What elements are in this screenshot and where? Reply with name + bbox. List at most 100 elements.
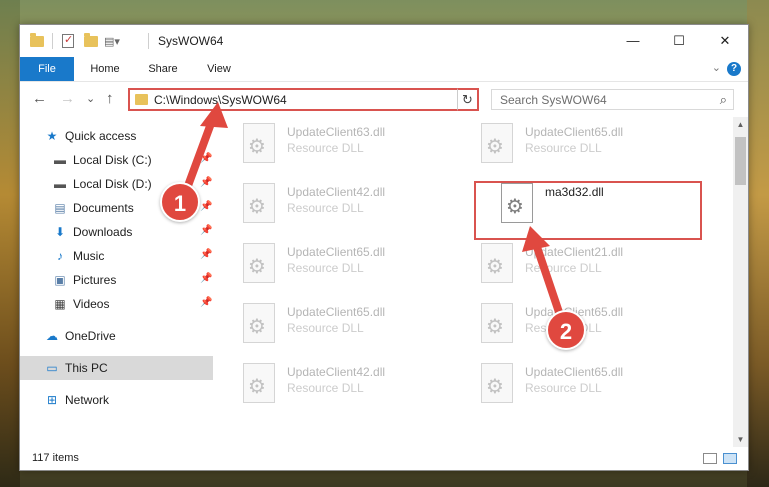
sidebar-item-pictures[interactable]: ▣ Pictures 📌 <box>20 268 213 292</box>
music-icon: ♪ <box>57 249 63 263</box>
sidebar-item-music[interactable]: ♪ Music 📌 <box>20 244 213 268</box>
tab-home[interactable]: Home <box>80 57 130 81</box>
file-explorer-window: ▤▾ SysWOW64 — ☐ ✕ File Home Share View ⌄… <box>19 24 749 471</box>
file-item[interactable]: UpdateClient21.dll Resource DLL <box>451 239 676 295</box>
search-icon[interactable]: ⌕ <box>720 92 727 108</box>
file-item[interactable]: UpdateClient65.dll Resource DLL <box>213 299 438 355</box>
pin-icon[interactable]: 📌 <box>200 201 212 212</box>
status-bar: 117 items <box>20 447 748 470</box>
file-name: UpdateClient63.dll <box>287 125 386 139</box>
forward-button[interactable]: → <box>60 90 75 107</box>
desktop-background-right <box>747 0 769 487</box>
ribbon-tabs: File Home Share View ⌄ ? <box>20 57 748 81</box>
sidebar-item-network[interactable]: ⊞ Network <box>20 388 213 412</box>
dll-file-icon <box>243 123 275 163</box>
navigation-pane: ★ Quick access ▬ Local Disk (C:) 📌 ▬ Loc… <box>20 117 213 437</box>
step-badge-2: 2 <box>546 310 586 350</box>
folder-icon <box>30 33 44 47</box>
documents-icon: ▤ <box>54 201 66 215</box>
window-title: SysWOW64 <box>158 34 224 48</box>
scroll-down-icon[interactable]: ▼ <box>733 432 748 447</box>
titlebar-divider <box>148 33 149 49</box>
sidebar-item-quick-access[interactable]: ★ Quick access <box>20 124 213 148</box>
pin-icon[interactable]: 📌 <box>200 273 212 284</box>
sidebar-item-label: Local Disk (C:) <box>73 153 152 167</box>
dll-file-icon <box>481 243 513 283</box>
file-item[interactable]: UpdateClient42.dll Resource DLL <box>213 179 438 235</box>
drive-icon: ▬ <box>54 177 66 191</box>
properties-icon[interactable] <box>62 33 74 48</box>
scroll-up-icon[interactable]: ▲ <box>733 117 748 132</box>
file-item[interactable]: UpdateClient63.dll Resource DLL <box>213 119 438 175</box>
file-type: Resource DLL <box>287 201 364 215</box>
sidebar-item-downloads[interactable]: ⬇ Downloads 📌 <box>20 220 213 244</box>
maximize-button[interactable]: ☐ <box>656 25 702 57</box>
drive-icon: ▬ <box>54 153 66 167</box>
file-name: UpdateClient65.dll <box>525 365 624 379</box>
file-item[interactable]: UpdateClient65.dll Resource DLL <box>213 239 438 295</box>
step-badge-1: 1 <box>160 182 200 222</box>
pin-icon[interactable]: 📌 <box>200 177 212 188</box>
expand-ribbon-icon[interactable]: ⌄ <box>712 61 721 74</box>
pictures-icon: ▣ <box>54 273 66 287</box>
sidebar-item-label: Documents <box>73 201 134 215</box>
pin-icon[interactable]: 📌 <box>200 153 212 164</box>
pin-icon[interactable]: 📌 <box>200 249 212 260</box>
file-name: UpdateClient42.dll <box>287 185 386 199</box>
dll-file-icon <box>481 123 513 163</box>
details-view-icon[interactable] <box>703 453 717 464</box>
network-icon: ⊞ <box>46 393 58 407</box>
file-item[interactable]: UpdateClient65.dll Resource DLL <box>451 119 676 175</box>
sidebar-item-label: Quick access <box>65 129 137 143</box>
tab-share[interactable]: Share <box>138 57 188 81</box>
file-type: Resource DLL <box>287 381 364 395</box>
file-type: Resource DLL <box>287 321 364 335</box>
cloud-icon: ☁ <box>46 329 58 343</box>
file-name: UpdateClient65.dll <box>287 305 386 319</box>
customize-toolbar-icon[interactable]: ▤▾ <box>104 35 120 49</box>
dll-file-icon <box>481 303 513 343</box>
dll-file-icon <box>481 363 513 403</box>
sidebar-item-label: Local Disk (D:) <box>73 177 152 191</box>
pin-icon[interactable]: 📌 <box>200 225 212 236</box>
sidebar-item-label: Music <box>73 249 105 263</box>
close-button[interactable]: ✕ <box>702 25 748 57</box>
file-item[interactable]: UpdateClient65.dll Resource DLL <box>451 359 676 415</box>
help-icon[interactable]: ? <box>727 62 741 76</box>
recent-locations-button[interactable]: ⌄ <box>86 92 95 105</box>
vertical-scrollbar[interactable]: ▲ ▼ <box>733 117 748 447</box>
sidebar-item-label: Pictures <box>73 273 117 287</box>
file-name: UpdateClient21.dll <box>525 245 624 259</box>
refresh-button[interactable]: ↻ <box>457 88 479 111</box>
file-type: Resource DLL <box>525 261 602 275</box>
address-path[interactable]: C:\Windows\SysWOW64 <box>154 93 287 107</box>
file-type: Resource DLL <box>287 261 364 275</box>
scroll-thumb[interactable] <box>735 137 746 185</box>
file-item[interactable]: UpdateClient42.dll Resource DLL <box>213 359 438 415</box>
sidebar-item-this-pc[interactable]: ▭ This PC <box>20 356 213 380</box>
folder-icon <box>135 94 148 105</box>
search-input[interactable]: Search SysWOW64 ⌕ <box>491 89 734 110</box>
sidebar-item-videos[interactable]: ▦ Videos 📌 <box>20 292 213 316</box>
file-type: Resource DLL <box>525 381 602 395</box>
sidebar-item-label: Downloads <box>73 225 133 239</box>
file-type: Resource DLL <box>287 141 364 155</box>
sidebar-item-onedrive[interactable]: ☁ OneDrive <box>20 324 213 348</box>
new-folder-icon[interactable] <box>84 33 98 47</box>
file-name: UpdateClient65.dll <box>525 125 624 139</box>
sidebar-item-label: Videos <box>73 297 110 311</box>
tab-view[interactable]: View <box>196 57 242 81</box>
back-button[interactable]: ← <box>32 90 47 107</box>
file-list: UpdateClient63.dll Resource DLL UpdateCl… <box>213 117 733 437</box>
minimize-button[interactable]: — <box>610 25 656 57</box>
pin-icon[interactable]: 📌 <box>200 297 212 308</box>
dll-file-icon <box>243 363 275 403</box>
large-icons-view-icon[interactable] <box>723 453 737 464</box>
tab-file[interactable]: File <box>20 57 74 81</box>
star-icon: ★ <box>46 129 58 143</box>
sidebar-item-local-disk-c[interactable]: ▬ Local Disk (C:) 📌 <box>20 148 213 172</box>
up-button[interactable]: ↑ <box>106 90 114 107</box>
dll-file-icon <box>243 303 275 343</box>
address-bar[interactable]: C:\Windows\SysWOW64 ⌄ <box>128 88 478 111</box>
title-bar: ▤▾ SysWOW64 — ☐ ✕ <box>20 25 748 57</box>
